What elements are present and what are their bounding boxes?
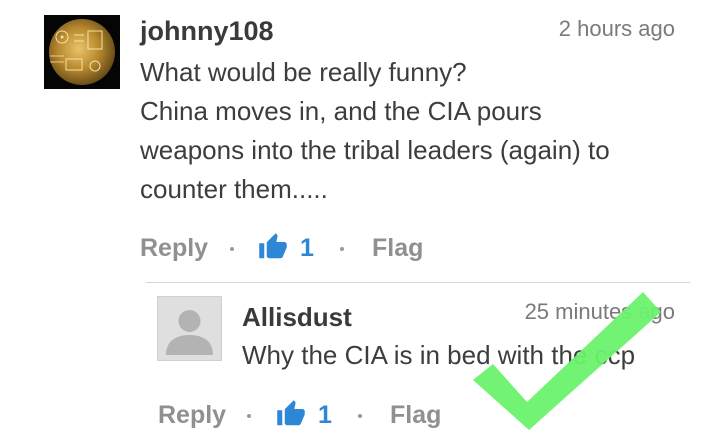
default-user-icon bbox=[158, 297, 221, 360]
reply-user-avatar[interactable] bbox=[157, 296, 222, 361]
reply-username[interactable]: Allisdust bbox=[242, 302, 352, 333]
reply-like-count[interactable]: 1 bbox=[318, 401, 332, 430]
golden-record-icon bbox=[44, 15, 120, 89]
thumbs-up-icon bbox=[277, 400, 305, 426]
separator-dot bbox=[358, 414, 362, 418]
separator-dot bbox=[340, 247, 344, 251]
reply-body: Why the CIA is in bed with the ccp bbox=[242, 340, 636, 370]
comment-body-line-1: What would be really funny? bbox=[140, 57, 467, 87]
reply-timestamp[interactable]: 25 minutes ago bbox=[525, 299, 675, 325]
reply-flag-button[interactable]: Flag bbox=[390, 401, 441, 430]
separator-dot bbox=[247, 414, 251, 418]
like-count[interactable]: 1 bbox=[300, 234, 314, 263]
comment-timestamp[interactable]: 2 hours ago bbox=[559, 16, 675, 42]
comment-body-line-4: counter them..... bbox=[140, 174, 328, 204]
flag-button[interactable]: Flag bbox=[372, 234, 423, 263]
separator-dot bbox=[230, 247, 234, 251]
comment-body-line-3: weapons into the tribal leaders (again) … bbox=[140, 135, 610, 165]
like-button[interactable] bbox=[258, 232, 288, 262]
thumbs-up-icon bbox=[259, 233, 287, 259]
comment-body-line-2: China moves in, and the CIA pours bbox=[140, 96, 542, 126]
comment-username[interactable]: johnny108 bbox=[140, 16, 274, 47]
reply-button[interactable]: Reply bbox=[140, 234, 208, 263]
reply-reply-button[interactable]: Reply bbox=[158, 401, 226, 430]
reply-divider bbox=[146, 282, 690, 283]
reply-like-button[interactable] bbox=[276, 399, 306, 429]
user-avatar[interactable] bbox=[44, 15, 120, 89]
